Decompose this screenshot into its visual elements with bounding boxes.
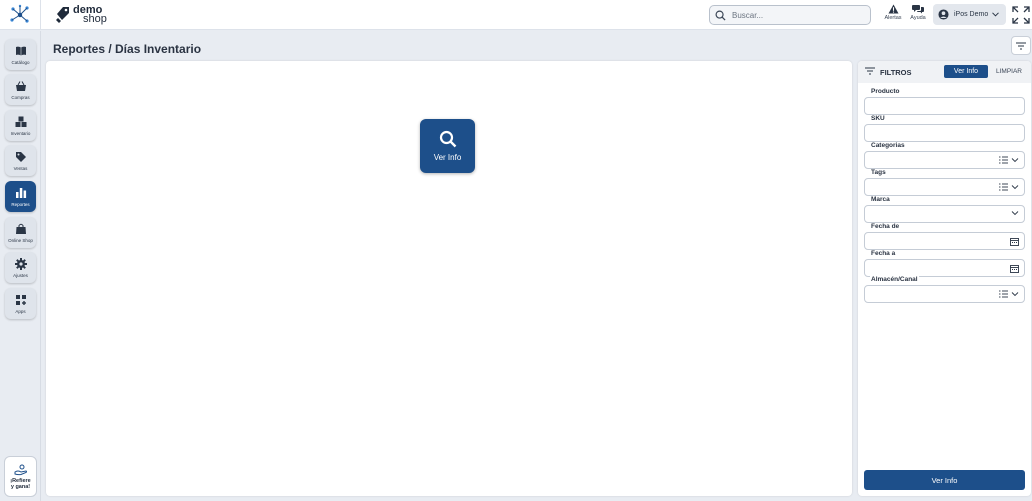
sidebar-item-reportes[interactable]: Reportes (5, 181, 36, 212)
chevron-down-icon (992, 12, 1000, 17)
sidebar-item-label: Ventas (13, 165, 28, 171)
list-check-icon (999, 156, 1008, 164)
book-icon (15, 46, 26, 55)
brand-logo[interactable]: demo shop (55, 3, 107, 27)
sidebar-item-ventas[interactable]: Ventas (5, 145, 36, 176)
sidebar-item-ajustes[interactable]: Ajustes (5, 252, 36, 283)
field-label: Tags (870, 169, 887, 176)
ver-info-tile-label: Ver Info (433, 153, 462, 162)
sku-field[interactable]: SKU (864, 115, 1025, 142)
filter-lines-icon (865, 67, 875, 75)
report-content-panel: Ver Info (46, 61, 852, 496)
categorias-select[interactable]: Categorias (864, 142, 1025, 169)
gear-icon (14, 257, 27, 270)
sidebar-item-online-shop[interactable]: Online Shop (5, 217, 36, 248)
filter-lines-icon (1016, 42, 1026, 49)
refer-and-earn-button[interactable]: ¡Refiere y gana! (4, 456, 37, 497)
producto-field[interactable]: Producto (864, 88, 1025, 115)
almacen-canal-select[interactable]: Almacén/Canal (864, 276, 1025, 303)
chevron-down-icon (1011, 158, 1019, 163)
field-label: Fecha de (870, 223, 901, 230)
sidebar-item-label: Apps (15, 308, 26, 314)
field-label: SKU (870, 115, 886, 122)
refer-hand-icon (14, 464, 27, 475)
alerts-button[interactable]: Alertas (883, 4, 903, 26)
user-menu-button[interactable]: iPos Demo (933, 4, 1006, 25)
shopping-bag-icon (15, 223, 26, 234)
sidebar-item-catalogo[interactable]: Catálogo (5, 39, 36, 70)
logo-line2: shop (83, 13, 107, 25)
filter-toggle-button[interactable] (1011, 36, 1031, 55)
header-divider (40, 0, 41, 30)
alerts-label: Alertas (884, 15, 902, 21)
sidebar: Catálogo Compras Inventario Ventas Repor… (0, 31, 41, 501)
tag-icon (15, 151, 26, 162)
sidebar-item-label: Ajustes (13, 272, 28, 278)
sidebar-item-inventario[interactable]: Inventario (5, 110, 36, 141)
sidebar-item-compras[interactable]: Compras (5, 74, 36, 105)
ver-info-button[interactable]: Ver Info (944, 65, 988, 78)
calendar-icon (1010, 238, 1019, 246)
warning-icon (888, 4, 898, 14)
sidebar-item-label: Online Shop (8, 237, 33, 243)
list-check-icon (999, 290, 1008, 298)
refer-line2: y gana! (10, 483, 31, 490)
field-label: Fecha a (870, 250, 897, 257)
fullscreen-icon[interactable] (1012, 6, 1030, 24)
ver-info-tile[interactable]: Ver Info (420, 119, 475, 173)
apps-grid-icon (15, 294, 26, 305)
filter-panel: FILTROS Ver Info LIMPIAR Producto SKU Ca… (858, 61, 1031, 496)
sidebar-item-label: Inventario (10, 130, 31, 136)
search-icon (715, 10, 726, 21)
fecha-de-date-field[interactable]: Fecha de (864, 223, 1025, 250)
search-box[interactable] (709, 5, 871, 25)
field-label: Producto (870, 88, 901, 95)
hub-network-icon[interactable] (8, 3, 32, 27)
search-input[interactable] (732, 10, 862, 20)
shopping-basket-icon (15, 80, 26, 91)
tag-logo-icon (56, 7, 69, 23)
top-header: demo shop Alertas Ayuda iPos Demo (0, 0, 1032, 30)
chevron-down-icon (1011, 211, 1019, 216)
sidebar-item-apps[interactable]: Apps (5, 288, 36, 319)
boxes-icon (15, 116, 26, 127)
page-title: Reportes / Días Inventario (53, 42, 202, 56)
field-label: Marca (870, 196, 891, 203)
chevron-down-icon (1011, 185, 1019, 190)
help-button[interactable]: Ayuda (908, 4, 928, 26)
user-avatar-icon (938, 9, 949, 20)
sidebar-item-label: Catálogo (11, 59, 30, 65)
clear-filters-button[interactable]: LIMPIAR (991, 65, 1027, 78)
filter-panel-header: FILTROS Ver Info LIMPIAR (858, 61, 1031, 83)
sidebar-item-label: Compras (11, 94, 30, 100)
chat-bubbles-icon (912, 5, 924, 14)
marca-select[interactable]: Marca (864, 196, 1025, 223)
bar-chart-icon (15, 187, 26, 198)
help-label: Ayuda (910, 15, 926, 21)
field-label: Almacén/Canal (870, 276, 919, 283)
search-icon (439, 130, 456, 148)
filters-title: FILTROS (880, 68, 912, 77)
fecha-a-date-field[interactable]: Fecha a (864, 250, 1025, 277)
user-name: iPos Demo (954, 11, 989, 18)
sidebar-item-label: Reportes (11, 201, 30, 207)
calendar-icon (1010, 265, 1019, 273)
tags-select[interactable]: Tags (864, 169, 1025, 196)
field-label: Categorias (870, 142, 906, 149)
chevron-down-icon (1011, 292, 1019, 297)
ver-info-bottom-button[interactable]: Ver Info (864, 470, 1025, 490)
list-check-icon (999, 183, 1008, 191)
